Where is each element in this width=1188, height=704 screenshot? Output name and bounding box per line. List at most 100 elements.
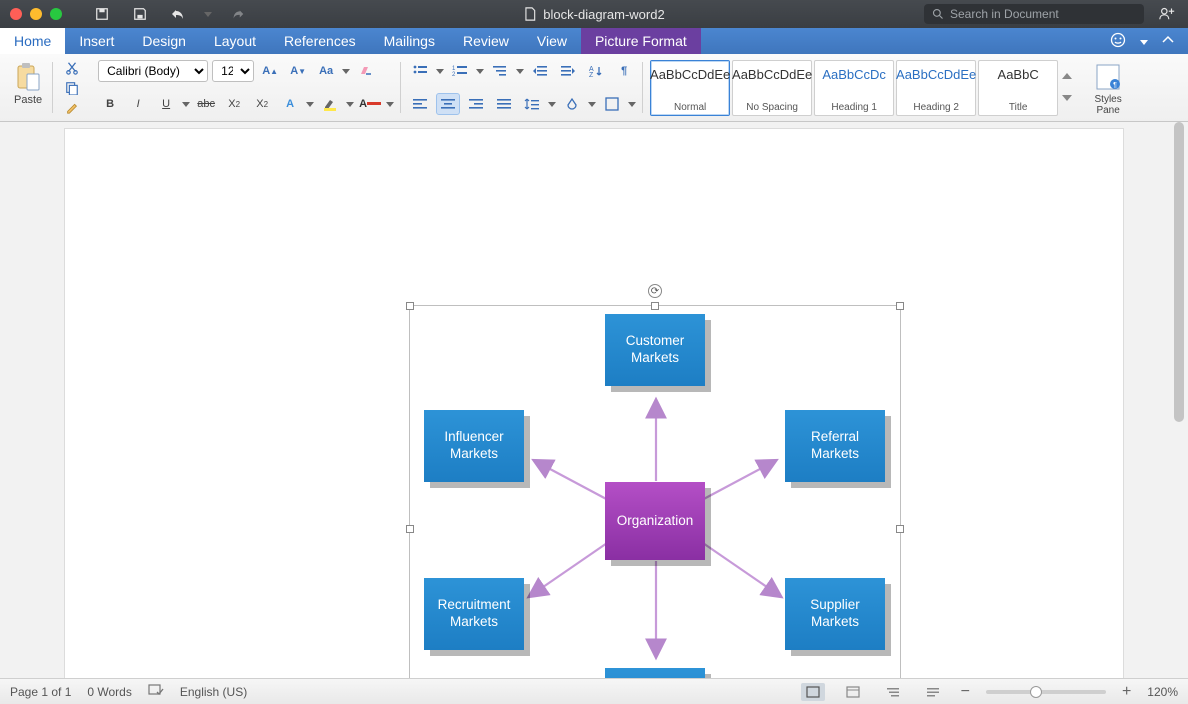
vertical-scrollbar[interactable] xyxy=(1172,122,1186,678)
text-effects-icon[interactable]: A xyxy=(278,93,302,115)
draft-view-icon[interactable] xyxy=(921,683,945,701)
paste-button[interactable]: Paste xyxy=(10,60,46,108)
tab-view[interactable]: View xyxy=(523,28,581,54)
grow-font-icon[interactable]: A▲ xyxy=(258,60,282,82)
cut-icon[interactable] xyxy=(60,60,84,76)
show-marks-icon[interactable]: ¶ xyxy=(612,60,636,82)
underline-dropdown[interactable] xyxy=(182,93,190,115)
feedback-dropdown[interactable] xyxy=(1140,33,1148,49)
tab-review[interactable]: Review xyxy=(449,28,523,54)
tab-layout[interactable]: Layout xyxy=(200,28,270,54)
svg-text:Z: Z xyxy=(589,72,594,78)
web-layout-view-icon[interactable] xyxy=(841,683,865,701)
tab-home[interactable]: Home xyxy=(0,28,65,54)
page[interactable]: ⟳ xyxy=(64,128,1124,678)
line-spacing-icon[interactable] xyxy=(520,93,544,115)
style-card-heading-1[interactable]: AaBbCcDcHeading 1 xyxy=(814,60,894,116)
search-icon xyxy=(932,8,944,20)
style-card-no-spacing[interactable]: AaBbCcDdEeNo Spacing xyxy=(732,60,812,116)
change-case-dropdown[interactable] xyxy=(342,60,350,82)
paste-icon xyxy=(15,62,41,92)
align-right-icon[interactable] xyxy=(464,93,488,115)
borders-dropdown[interactable] xyxy=(628,93,636,115)
zoom-in-button[interactable]: + xyxy=(1122,683,1131,701)
share-button[interactable] xyxy=(1158,5,1176,24)
rotate-handle[interactable]: ⟳ xyxy=(648,284,662,298)
spellcheck-icon[interactable] xyxy=(148,683,164,700)
tab-insert[interactable]: Insert xyxy=(65,28,128,54)
outline-view-icon[interactable] xyxy=(881,683,905,701)
text-effects-dropdown[interactable] xyxy=(306,93,314,115)
style-card-normal[interactable]: AaBbCcDdEeNormal xyxy=(650,60,730,116)
autosave-icon[interactable] xyxy=(90,3,114,25)
superscript-button[interactable]: X2 xyxy=(250,93,274,115)
increase-indent-icon[interactable] xyxy=(556,60,580,82)
multilevel-dropdown[interactable] xyxy=(516,60,524,82)
borders-icon[interactable] xyxy=(600,93,624,115)
redo-icon[interactable] xyxy=(226,3,250,25)
copy-icon[interactable] xyxy=(60,80,84,96)
save-icon[interactable] xyxy=(128,3,152,25)
tab-picture-format[interactable]: Picture Format xyxy=(581,28,701,54)
zoom-slider-knob[interactable] xyxy=(1030,686,1042,698)
page-count[interactable]: Page 1 of 1 xyxy=(10,685,71,699)
tab-picture-format-label: Picture Format xyxy=(595,33,687,49)
underline-button[interactable]: U xyxy=(154,93,178,115)
shading-dropdown[interactable] xyxy=(588,93,596,115)
numbering-icon[interactable]: 12 xyxy=(448,60,472,82)
ribbon: Paste Calibri (Body) 12 A▲ A▼ Aa B I U a… xyxy=(0,54,1188,122)
search-input[interactable]: Search in Document xyxy=(924,4,1144,24)
italic-button[interactable]: I xyxy=(126,93,150,115)
change-case-icon[interactable]: Aa xyxy=(314,60,338,82)
font-name-select[interactable]: Calibri (Body) xyxy=(98,60,208,82)
decrease-indent-icon[interactable] xyxy=(528,60,552,82)
numbering-dropdown[interactable] xyxy=(476,60,484,82)
multilevel-list-icon[interactable] xyxy=(488,60,512,82)
collapse-ribbon-icon[interactable] xyxy=(1162,33,1174,49)
zoom-slider[interactable] xyxy=(986,690,1106,694)
format-painter-icon[interactable] xyxy=(60,99,84,115)
styles-next-icon[interactable] xyxy=(1062,92,1072,104)
align-center-icon[interactable] xyxy=(436,93,460,115)
font-group: Calibri (Body) 12 A▲ A▼ Aa B I U abc X2 … xyxy=(94,58,398,117)
highlight-icon[interactable] xyxy=(318,93,342,115)
styles-pane-button[interactable]: ¶ Styles Pane xyxy=(1090,60,1126,118)
word-count[interactable]: 0 Words xyxy=(87,685,131,699)
strikethrough-button[interactable]: abc xyxy=(194,93,218,115)
print-layout-view-icon[interactable] xyxy=(801,683,825,701)
clear-formatting-icon[interactable] xyxy=(354,60,378,82)
document-area[interactable]: ⟳ xyxy=(0,122,1188,678)
zoom-level[interactable]: 120% xyxy=(1147,685,1178,699)
style-card-heading-2[interactable]: AaBbCcDdEeHeading 2 xyxy=(896,60,976,116)
line-spacing-dropdown[interactable] xyxy=(548,93,556,115)
font-color-dropdown[interactable] xyxy=(386,93,394,115)
tab-mailings[interactable]: Mailings xyxy=(370,28,449,54)
language[interactable]: English (US) xyxy=(180,685,247,699)
zoom-out-button[interactable]: − xyxy=(961,683,970,701)
font-size-select[interactable]: 12 xyxy=(212,60,254,82)
picture-selection[interactable]: ⟳ xyxy=(409,305,901,678)
tab-design[interactable]: Design xyxy=(128,28,200,54)
feedback-icon[interactable] xyxy=(1110,32,1126,51)
node-customer: Customer Markets xyxy=(605,314,705,386)
highlight-dropdown[interactable] xyxy=(346,93,354,115)
subscript-button[interactable]: X2 xyxy=(222,93,246,115)
close-window-button[interactable] xyxy=(10,8,22,20)
styles-prev-icon[interactable] xyxy=(1062,72,1072,84)
bullets-icon[interactable] xyxy=(408,60,432,82)
shrink-font-icon[interactable]: A▼ xyxy=(286,60,310,82)
undo-icon[interactable] xyxy=(166,3,190,25)
tab-references[interactable]: References xyxy=(270,28,370,54)
undo-dropdown[interactable] xyxy=(204,3,212,25)
align-left-icon[interactable] xyxy=(408,93,432,115)
bold-button[interactable]: B xyxy=(98,93,122,115)
scrollbar-thumb[interactable] xyxy=(1174,122,1184,422)
sort-icon[interactable]: AZ xyxy=(584,60,608,82)
justify-icon[interactable] xyxy=(492,93,516,115)
style-card-title[interactable]: AaBbCTitle xyxy=(978,60,1058,116)
zoom-window-button[interactable] xyxy=(50,8,62,20)
bullets-dropdown[interactable] xyxy=(436,60,444,82)
shading-icon[interactable] xyxy=(560,93,584,115)
font-color-icon[interactable]: A xyxy=(358,93,382,115)
minimize-window-button[interactable] xyxy=(30,8,42,20)
